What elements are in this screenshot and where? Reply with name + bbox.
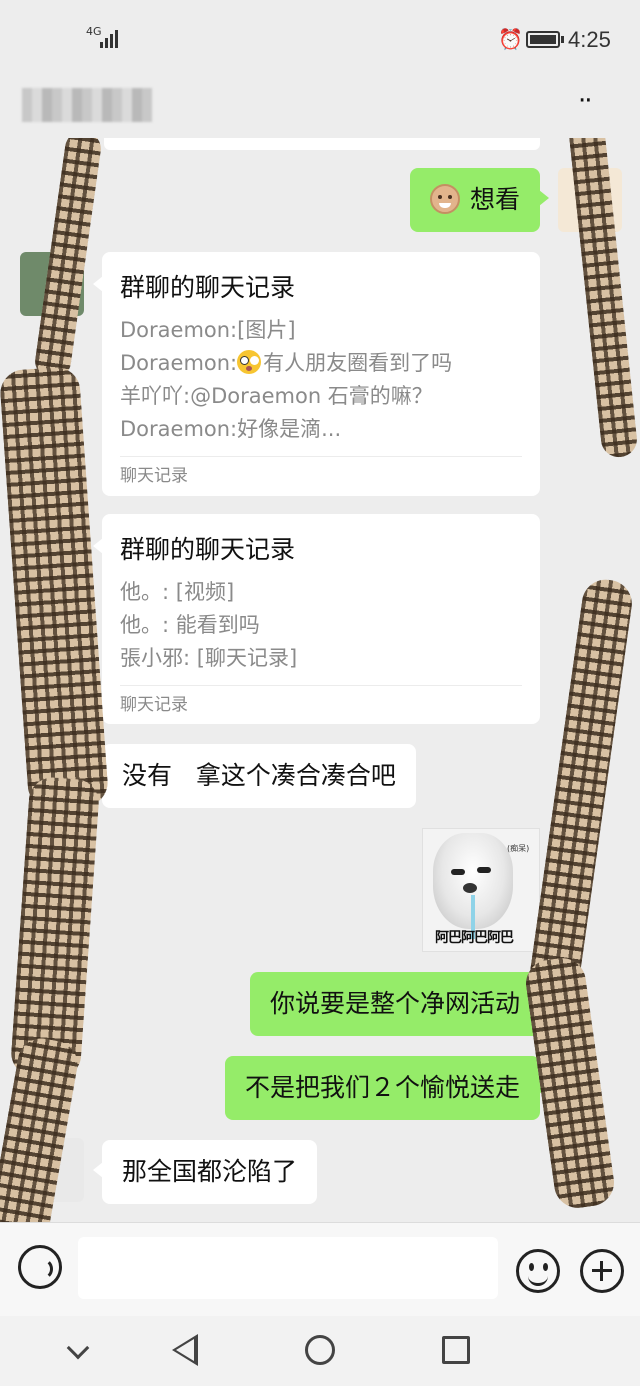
nav-recent-icon[interactable] — [442, 1336, 470, 1364]
battery-icon — [526, 31, 564, 48]
sticker-image[interactable]: (痴呆) 阿巴阿巴阿巴 — [422, 828, 540, 952]
plus-icon[interactable] — [580, 1249, 624, 1293]
card-title: 群聊的聊天记录 — [120, 535, 296, 564]
card-line: 他。: [视频] — [120, 580, 235, 604]
sticker-eye — [451, 869, 465, 875]
old-man-emoji-icon — [429, 184, 460, 214]
input-bar — [0, 1222, 640, 1316]
message-input[interactable] — [78, 1237, 498, 1299]
alarm-icon: ⏰ — [498, 27, 523, 51]
sticker-tag: (痴呆) — [507, 844, 530, 853]
card-line: Doraemon:好像是滴... — [120, 417, 342, 441]
voice-icon[interactable] — [18, 1245, 62, 1289]
message-bubble-mine[interactable]: 想看 — [409, 168, 550, 232]
flushed-face-icon — [237, 350, 262, 374]
chat-record-card[interactable]: 群聊的聊天记录 他。: [视频] 他。: 能看到吗 張小邪: [聊天记录] 聊天… — [93, 514, 540, 726]
message-bubble-other[interactable]: 没有 拿这个凑合凑合吧 — [93, 744, 416, 808]
message-text: 那全国都沦陷了 — [122, 1157, 298, 1186]
chat-header: ·· — [0, 78, 640, 138]
emoji-icon[interactable] — [516, 1249, 560, 1293]
sticker-caption: 阿巴阿巴阿巴 — [435, 930, 514, 946]
status-bar: 4G ⏰ 4:25 — [0, 0, 640, 78]
nav-home-icon[interactable] — [305, 1335, 335, 1365]
card-line: 他。: 能看到吗 — [120, 613, 260, 637]
card-line: 張小邪: [聊天记录] — [120, 646, 298, 670]
chat-record-card[interactable]: 群聊的聊天记录 Doraemon:[图片] Doraemon: 有人朋友圈看到了吗… — [93, 252, 540, 497]
message-bubble-mine[interactable]: 不是把我们２个愉悦送走 — [224, 1056, 550, 1120]
status-time: 4:25 — [568, 27, 611, 52]
message-text: 你说要是整个净网活动 — [269, 989, 520, 1018]
message-bubble-mine[interactable]: 你说要是整个净网活动 — [249, 972, 550, 1036]
card-line: Doraemon:[图片] — [120, 318, 296, 342]
redaction-scribble — [9, 775, 101, 1081]
message-text: 没有 拿这个凑合凑合吧 — [122, 761, 396, 790]
redaction-scribble — [527, 576, 635, 1000]
system-nav-bar — [0, 1316, 640, 1386]
sticker-eye — [477, 867, 491, 873]
previous-message-bubble[interactable] — [104, 138, 540, 150]
message-list[interactable]: 想看 群聊的聊天记录 Doraemon:[图片] Doraemon: 有人朋友圈看… — [0, 138, 640, 1222]
nav-down-icon[interactable] — [66, 1336, 90, 1360]
signal-icon — [100, 28, 122, 48]
message-text: 不是把我们２个愉悦送走 — [244, 1073, 520, 1102]
nav-back-icon[interactable] — [172, 1334, 198, 1366]
redaction-scribble — [565, 138, 639, 459]
message-bubble-other[interactable]: 那全国都沦陷了 — [92, 1140, 318, 1204]
chat-title-redacted — [22, 88, 152, 122]
card-line: 羊吖吖:@Doraemon 石膏的嘛？ — [120, 384, 433, 408]
message-text: 想看 — [469, 185, 520, 214]
card-footer: 聊天记录 — [120, 456, 522, 497]
more-icon[interactable]: ·· — [578, 86, 592, 116]
redaction-scribble — [0, 365, 110, 811]
card-footer: 聊天记录 — [120, 685, 522, 726]
sticker-nose — [463, 883, 477, 893]
card-title: 群聊的聊天记录 — [120, 273, 296, 302]
card-line: Doraemon: 有人朋友圈看到了吗 — [120, 350, 453, 375]
